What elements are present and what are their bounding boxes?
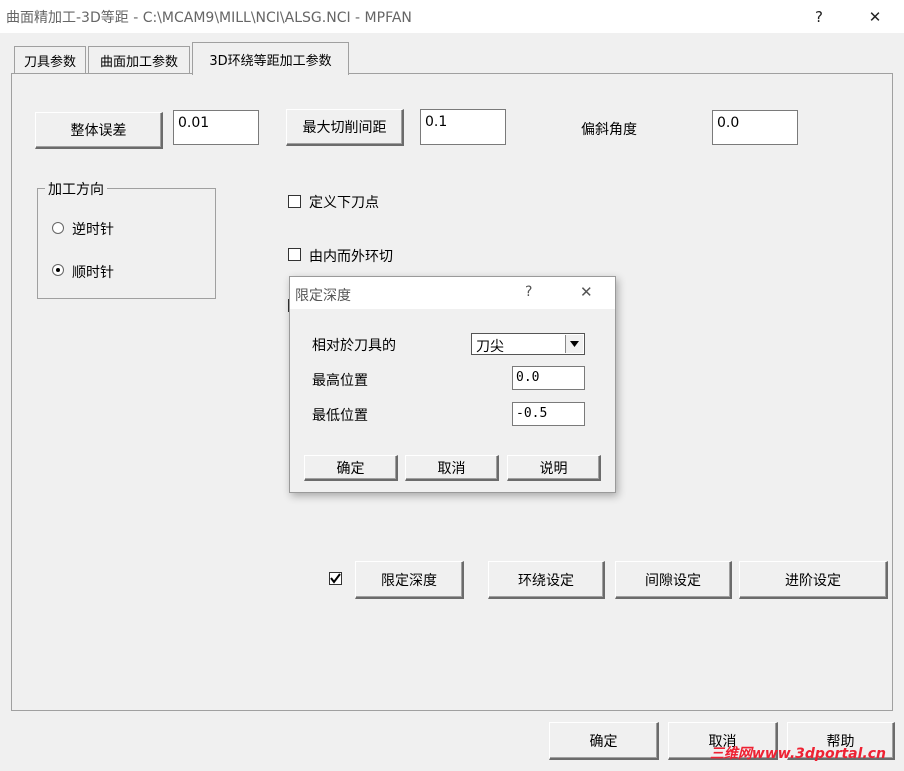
ok-button[interactable]: 确定 — [549, 722, 659, 760]
checkmark-icon — [330, 573, 341, 584]
window-title: 曲面精加工-3D等距 - C:\MCAM9\MILL\NCI\ALSG.NCI … — [6, 10, 412, 26]
max-stepover-field[interactable]: 0.1 — [420, 109, 506, 145]
dialog-help-button[interactable]: 说明 — [507, 455, 601, 481]
tilt-angle-field[interactable]: 0.0 — [712, 110, 798, 145]
min-position-label: 最低位置 — [312, 408, 368, 424]
help-icon[interactable]: ? — [796, 0, 842, 33]
inside-out-label: 由内而外环切 — [309, 249, 393, 265]
define-entry-checkbox[interactable] — [288, 195, 301, 208]
total-error-button[interactable]: 整体误差 — [35, 112, 163, 149]
tab-label: 曲面加工参数 — [99, 55, 178, 70]
max-position-label: 最高位置 — [312, 373, 368, 389]
max-stepover-button[interactable]: 最大切削间距 — [286, 109, 404, 146]
ccw-radio[interactable] — [52, 222, 64, 234]
dialog-help-icon[interactable]: ? — [525, 284, 532, 300]
ccw-label: 逆时针 — [72, 222, 114, 238]
tab-label: 3D环绕等距加工参数 — [209, 53, 332, 69]
tab-surface-params[interactable]: 曲面加工参数 — [88, 46, 190, 74]
relative-label: 相对於刀具的 — [312, 338, 396, 354]
cw-radio[interactable] — [52, 264, 64, 276]
dialog-ok-button[interactable]: 确定 — [304, 455, 398, 481]
inside-out-checkbox[interactable] — [288, 248, 301, 261]
tilt-angle-label: 偏斜角度 — [581, 122, 637, 138]
direction-group-title: 加工方向 — [45, 179, 107, 199]
total-error-field[interactable]: 0.01 — [173, 110, 259, 145]
loop-settings-button[interactable]: 环绕设定 — [488, 561, 605, 599]
gap-settings-button[interactable]: 间隙设定 — [615, 561, 732, 599]
tab-tool-params[interactable]: 刀具参数 — [14, 46, 86, 74]
tab-label: 刀具参数 — [23, 55, 76, 70]
define-entry-label: 定义下刀点 — [309, 195, 379, 211]
max-position-field[interactable]: 0.0 — [512, 366, 585, 390]
relative-select[interactable]: 刀尖 — [471, 333, 585, 355]
close-icon[interactable]: ✕ — [852, 0, 898, 33]
tab-3d-loop-params[interactable]: 3D环绕等距加工参数 — [192, 42, 349, 75]
cw-label: 顺时针 — [72, 265, 114, 281]
relative-select-value: 刀尖 — [476, 339, 504, 355]
dialog-cancel-button[interactable]: 取消 — [405, 455, 499, 481]
title-bar: 曲面精加工-3D等距 - C:\MCAM9\MILL\NCI\ALSG.NCI … — [0, 0, 904, 33]
advanced-settings-button[interactable]: 进阶设定 — [739, 561, 888, 599]
dialog-title: 限定深度 — [295, 288, 351, 304]
chevron-down-icon[interactable] — [565, 335, 583, 353]
watermark: 三维网www.3dportal.cn — [709, 746, 886, 762]
min-position-field[interactable]: -0.5 — [512, 402, 585, 426]
limit-depth-dialog: 限定深度 ? ✕ 相对於刀具的 刀尖 最高位置 0.0 最低位置 -0.5 确定… — [289, 276, 616, 493]
dialog-close-icon[interactable]: ✕ — [580, 283, 593, 301]
limit-depth-checkbox[interactable] — [329, 572, 342, 585]
dialog-title-bar: 限定深度 ? ✕ — [290, 277, 615, 309]
direction-group — [37, 188, 216, 299]
limit-depth-button[interactable]: 限定深度 — [355, 561, 464, 599]
